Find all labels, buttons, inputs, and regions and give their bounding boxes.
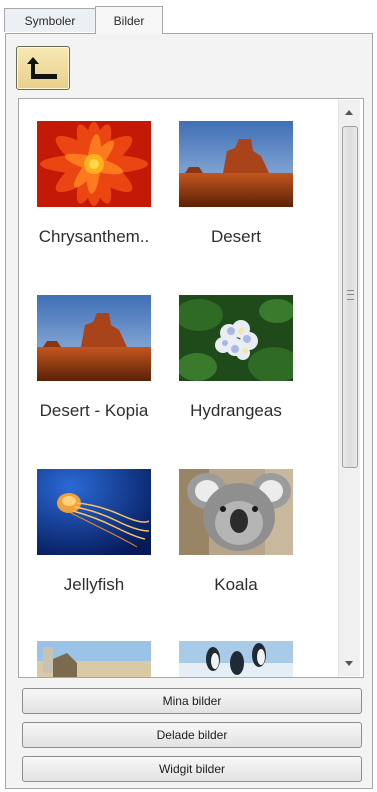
image-caption: Koala xyxy=(214,575,258,594)
penguins-thumbnail xyxy=(179,641,293,677)
desert-thumbnail xyxy=(179,121,293,207)
list-item[interactable]: Jellyfish xyxy=(27,469,177,629)
list-item[interactable] xyxy=(169,641,319,677)
widgit-images-button[interactable]: Widgit bilder xyxy=(22,756,362,782)
list-item[interactable] xyxy=(27,641,177,677)
list-item[interactable]: Desert - Kopia xyxy=(27,295,177,455)
hydrangeas-thumbnail xyxy=(179,295,293,381)
tab-bar: Symboler Bilder xyxy=(2,6,372,34)
lighthouse-thumbnail xyxy=(37,641,151,677)
chrysanthemum-thumbnail xyxy=(37,121,151,207)
tab-bilder[interactable]: Bilder xyxy=(95,6,163,34)
scrollbar-thumb[interactable] xyxy=(342,126,358,468)
tab-symboler[interactable]: Symboler xyxy=(4,8,96,32)
list-item[interactable]: Hydrangeas xyxy=(169,295,319,455)
image-caption: Hydrangeas xyxy=(190,401,282,420)
folder-up-icon xyxy=(27,57,57,79)
koala-thumbnail xyxy=(179,469,293,555)
list-item[interactable]: Koala xyxy=(169,469,319,629)
my-images-button[interactable]: Mina bilder xyxy=(22,688,362,714)
image-caption: Desert xyxy=(210,227,262,246)
images-list: Chrysanthem.. Desert Desert - Kopia Hydr… xyxy=(18,98,364,678)
image-caption: Jellyfish xyxy=(63,575,125,594)
scroll-up-icon[interactable] xyxy=(345,110,353,115)
image-caption: Chrysanthem.. xyxy=(38,227,150,246)
shared-images-button[interactable]: Delade bilder xyxy=(22,722,362,748)
image-caption: Desert - Kopia xyxy=(39,401,149,420)
desert-copy-thumbnail xyxy=(37,295,151,381)
jellyfish-thumbnail xyxy=(37,469,151,555)
list-item[interactable]: Desert xyxy=(169,121,319,281)
scroll-down-icon[interactable] xyxy=(345,661,353,666)
folder-up-button[interactable] xyxy=(16,46,70,90)
grip-icon xyxy=(347,290,354,300)
vertical-scrollbar[interactable] xyxy=(338,100,360,676)
list-item[interactable]: Chrysanthem.. xyxy=(27,121,177,281)
